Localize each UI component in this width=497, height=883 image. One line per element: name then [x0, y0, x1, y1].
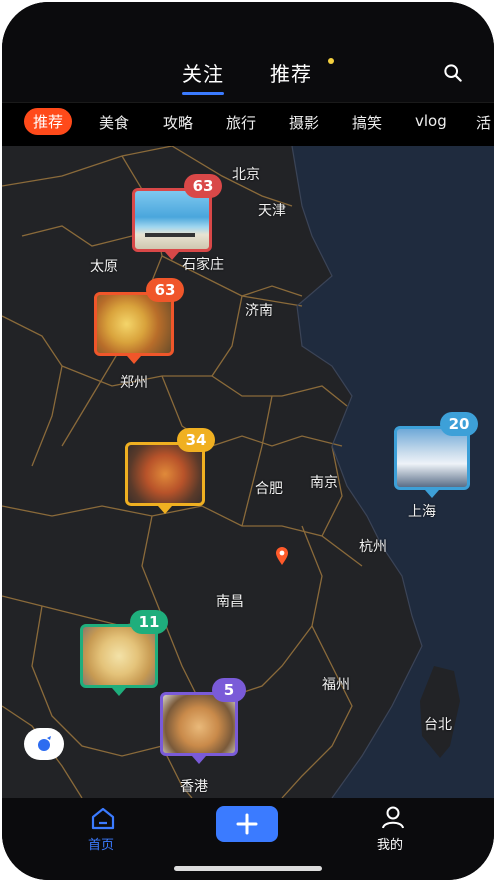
home-icon[interactable] [90, 806, 116, 830]
city-label: 石家庄 [182, 257, 224, 273]
map-pin[interactable]: 34 [125, 428, 215, 514]
category-travel[interactable]: 旅行 [226, 112, 256, 133]
screen: 关注 推荐 推荐 美食 攻略 旅行 摄影 搞笑 vlog 活 北京 天津 太原 … [2, 2, 494, 880]
pin-count-badge: 20 [440, 412, 478, 436]
city-label: 济南 [245, 303, 273, 319]
locate-button[interactable] [24, 728, 64, 760]
city-label: 杭州 [359, 539, 387, 555]
category-more[interactable]: 活 [476, 112, 491, 133]
pin-count-badge: 11 [130, 610, 168, 634]
category-photo[interactable]: 摄影 [289, 112, 319, 133]
tab-following[interactable]: 关注 [182, 58, 224, 95]
city-label: 合肥 [255, 481, 283, 497]
city-label: 福州 [322, 677, 350, 693]
pin-count-badge: 5 [212, 678, 246, 702]
map-view[interactable]: 北京 天津 太原 石家庄 济南 郑州 合肥 南京 上海 杭州 南昌 福州 台北 … [2, 146, 494, 798]
category-guide[interactable]: 攻略 [163, 112, 193, 133]
city-label: 天津 [258, 203, 286, 219]
map-pin[interactable]: 63 [94, 278, 184, 364]
location-marker-icon[interactable] [274, 546, 290, 566]
map-pin[interactable]: 5 [160, 678, 246, 764]
home-indicator [174, 866, 322, 871]
top-bar: 关注 推荐 [2, 2, 494, 102]
search-icon[interactable] [444, 64, 462, 82]
pin-count-badge: 63 [146, 278, 184, 302]
compass-icon [38, 736, 51, 751]
map-pin[interactable]: 63 [132, 174, 222, 260]
nav-home-label[interactable]: 首页 [88, 834, 114, 853]
map-pin[interactable]: 20 [394, 412, 478, 498]
map-pin[interactable]: 11 [80, 610, 168, 696]
profile-icon[interactable] [380, 804, 406, 830]
city-label: 北京 [232, 167, 260, 183]
create-post-button[interactable] [216, 806, 278, 842]
city-label: 南京 [310, 475, 338, 491]
city-label: 台北 [424, 717, 452, 733]
category-vlog[interactable]: vlog [415, 112, 447, 130]
category-recommend[interactable]: 推荐 [24, 108, 73, 135]
tab-recommend[interactable]: 推荐 [270, 58, 312, 87]
city-label: 香港 [180, 779, 208, 795]
pin-count-badge: 63 [184, 174, 222, 198]
city-label: 太原 [90, 259, 118, 275]
phone-frame: 关注 推荐 推荐 美食 攻略 旅行 摄影 搞笑 vlog 活 北京 天津 太原 … [2, 2, 494, 880]
pin-count-badge: 34 [177, 428, 215, 452]
city-label: 南昌 [216, 594, 244, 610]
city-label: 郑州 [120, 375, 148, 391]
nav-mine-label[interactable]: 我的 [377, 834, 403, 853]
category-funny[interactable]: 搞笑 [352, 112, 382, 133]
category-food[interactable]: 美食 [99, 112, 129, 133]
new-dot [328, 58, 334, 64]
city-label: 上海 [408, 504, 436, 520]
plus-icon [236, 813, 258, 835]
